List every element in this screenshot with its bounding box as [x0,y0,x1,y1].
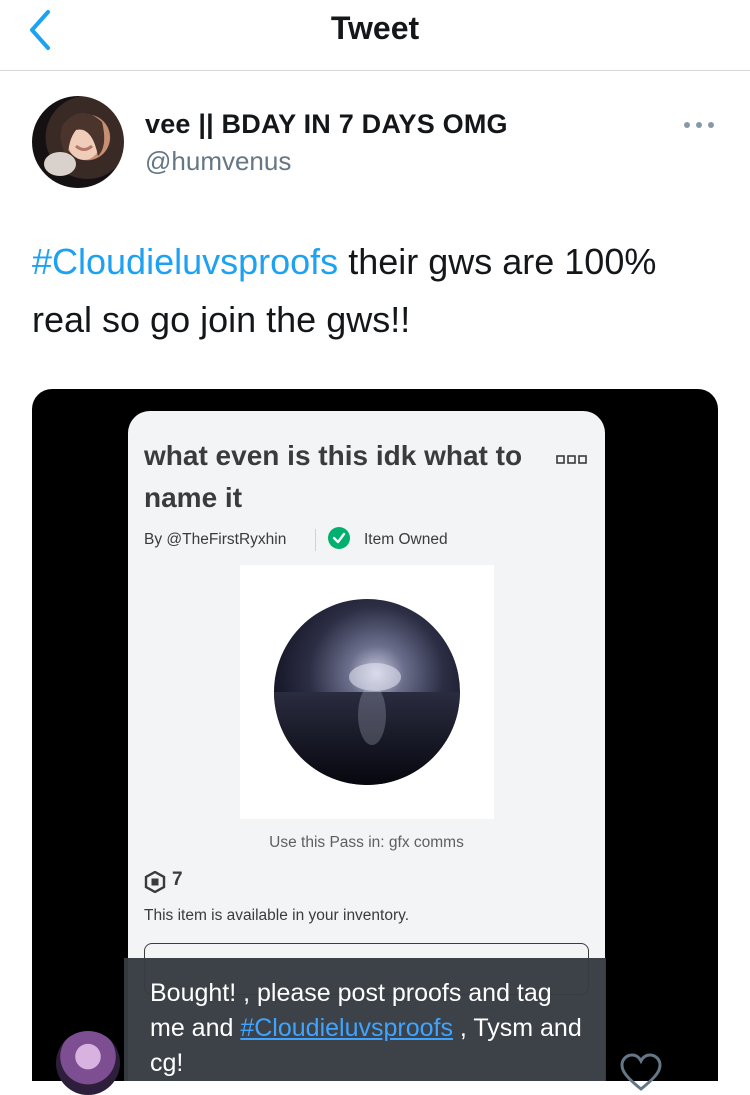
creator-byline: By @TheFirstRyxhin [144,531,287,548]
author-name[interactable]: vee || BDAY IN 7 DAYS OMG [145,109,508,140]
caption-overlay: Bought! , please post proofs and tag me … [124,958,606,1081]
reply-avatar[interactable] [56,1031,120,1095]
price: 7 [172,869,183,890]
item-thumbnail [240,565,494,819]
divider [315,529,316,551]
avatar[interactable] [32,96,124,188]
top-bar: Tweet [0,0,750,71]
caption-hashtag-link[interactable]: #Cloudieluvsproofs [240,1014,453,1042]
robux-icon [144,871,166,893]
card-menu-icon [556,455,587,464]
heart-icon[interactable] [620,1053,662,1093]
more-options-icon[interactable] [682,115,716,135]
author-handle[interactable]: @humvenus [145,146,291,177]
card-title: what even is this idk what to name it [144,440,523,513]
checkmark-icon [328,527,350,549]
owned-status: Item Owned [364,531,448,548]
tweet-text: #Cloudieluvsproofs their gws are 100% re… [32,233,722,349]
page-title: Tweet [330,10,420,46]
availability-text: This item is available in your inventory… [144,907,410,924]
hashtag-link[interactable]: #Cloudieluvsproofs [32,241,338,282]
use-pass-text: Use this Pass in: gfx comms [269,834,464,851]
